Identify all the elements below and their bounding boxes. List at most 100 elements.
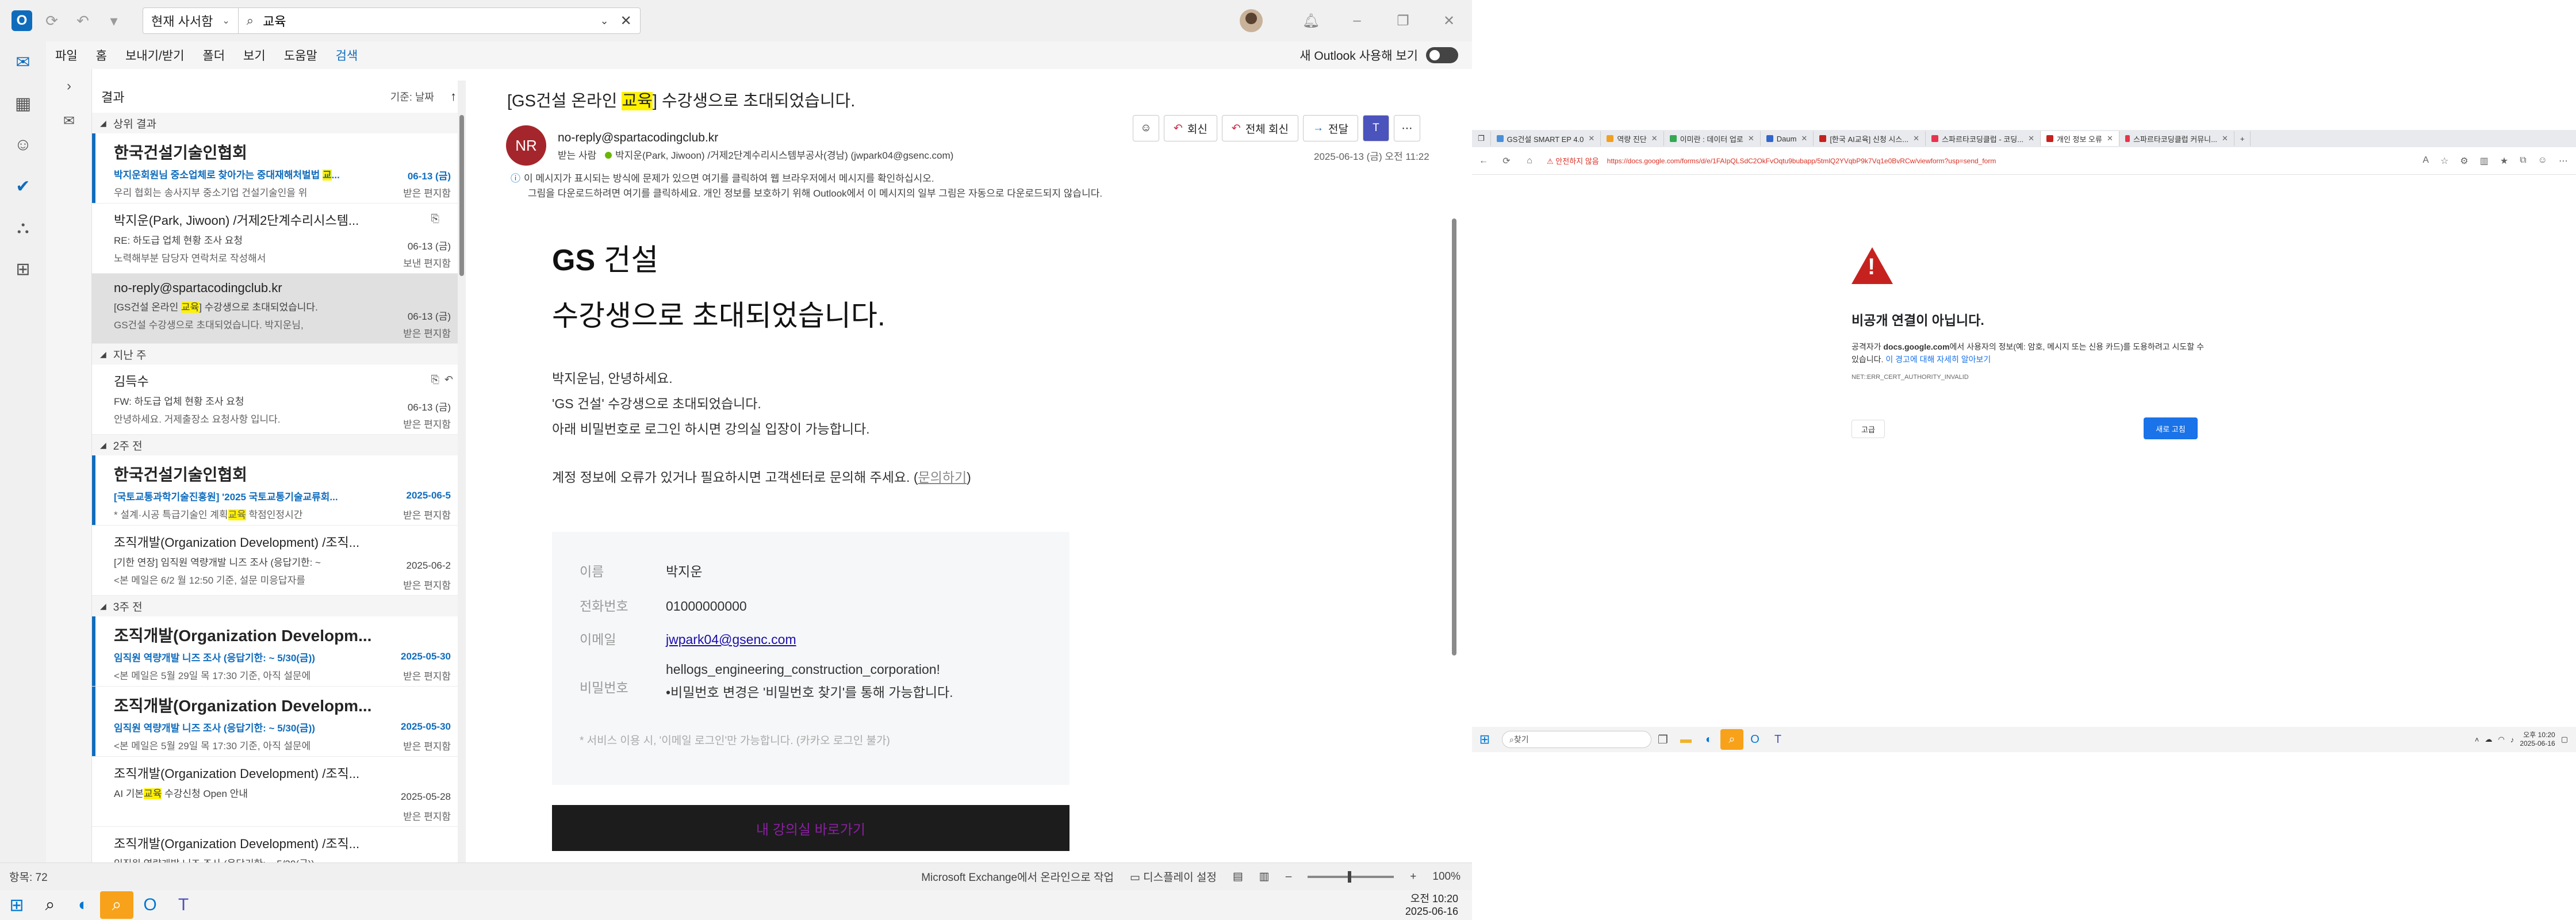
more-button[interactable]: ⋯ <box>1393 115 1420 141</box>
list-item[interactable]: 조직개발(Organization Developm... 임직원 역량개발 니… <box>92 616 466 687</box>
home-icon[interactable]: ⌂ <box>1518 156 1541 166</box>
notification-icon[interactable]: ▢ <box>2561 735 2568 744</box>
list-item[interactable]: 한국건설기술인협회 박지운회원님 중소업체로 찾아가는 중대재해처벌법 교...… <box>92 133 466 204</box>
close-icon[interactable]: ✕ <box>1584 134 1594 143</box>
sort-dropdown[interactable]: 기준: 날짜 <box>390 89 434 104</box>
tab-view[interactable]: 보기 <box>234 47 275 64</box>
teams-taskbar-icon[interactable]: T <box>1766 729 1789 750</box>
go-to-classroom-button[interactable]: 내 강의실 바로가기 <box>552 805 1070 851</box>
browser-tab[interactable]: GS건설 SMART EP 4.0 ✕ <box>1491 131 1601 146</box>
group-header[interactable]: ◢ 지난 주 <box>92 344 466 365</box>
list-item[interactable]: 조직개발(Organization Development) /조직... [기… <box>92 526 466 596</box>
search-input[interactable] <box>263 13 600 28</box>
normal-view-icon[interactable]: ▤ <box>1233 870 1243 883</box>
undo-icon[interactable]: ↶ <box>71 9 94 32</box>
wifi-icon[interactable]: ◠ <box>2498 735 2504 744</box>
taskbar-search[interactable]: ⌕ 찾기 <box>1502 731 1651 748</box>
favorites-icon[interactable]: ★ <box>2500 155 2508 167</box>
edge-icon[interactable]: ◐ <box>1697 729 1720 750</box>
browser-tab[interactable]: 스파르타코딩클럽 커뮤니... ✕ <box>2119 131 2234 146</box>
windows-start-icon[interactable]: ⊞ <box>1472 732 1497 747</box>
tab-help[interactable]: 도움말 <box>275 47 327 64</box>
cloud-icon[interactable]: ☁ <box>2485 735 2492 744</box>
advanced-button[interactable]: 고급 <box>1851 420 1885 438</box>
tab-home[interactable]: 홈 <box>87 47 116 64</box>
reload-button[interactable]: 새로 고침 <box>2144 417 2198 439</box>
group-header[interactable]: ◢ 3주 전 <box>92 596 466 616</box>
close-icon[interactable]: ✕ <box>1796 134 1807 143</box>
scrollbar-thumb[interactable] <box>459 115 464 276</box>
zoom-out-icon[interactable]: – <box>1286 871 1292 883</box>
tab-control[interactable]: ❐ <box>1472 131 1491 146</box>
reply-all-button[interactable]: ↶ 전체 회신 <box>1221 115 1299 141</box>
search-box[interactable]: ⌕ ⌄ ✕ <box>237 7 641 34</box>
clock[interactable]: 오전 10:20 2025-06-16 <box>1405 892 1458 918</box>
todo-icon[interactable]: ✔ <box>0 166 46 207</box>
reading-scrollbar[interactable] <box>1450 207 1458 862</box>
mail-icon[interactable]: ✉ <box>0 41 46 83</box>
group-header[interactable]: ◢ 상위 결과 <box>92 113 466 133</box>
sender-avatar[interactable]: NR <box>506 125 546 166</box>
chevron-up-icon[interactable]: ˄ <box>2475 735 2479 744</box>
minimize-icon[interactable]: – <box>1334 13 1380 29</box>
tab-folder[interactable]: 폴더 <box>193 47 234 64</box>
windows-start-icon[interactable]: ⊞ <box>0 891 33 919</box>
close-icon[interactable]: ✕ <box>620 13 632 29</box>
list-item[interactable]: 박지운(Park, Jiwoon) /거제2단계수리시스템... RE: 하도급… <box>92 204 466 274</box>
volume-icon[interactable]: ♪ <box>2510 735 2514 744</box>
list-item[interactable]: no-reply@spartacodingclub.kr [GS건설 온라인 교… <box>92 274 466 344</box>
close-icon[interactable]: ✕ <box>2217 134 2228 143</box>
read-aloud-icon[interactable]: A <box>2422 155 2429 167</box>
split-icon[interactable]: ▥ <box>2480 155 2489 167</box>
zoom-level[interactable]: 100% <box>1432 871 1460 883</box>
list-item[interactable]: 조직개발(Organization Development) /조직... AI… <box>92 757 466 827</box>
browser-tab[interactable]: 역량 진단 ✕ <box>1601 131 1664 146</box>
search-icon[interactable]: ⌕ <box>33 891 67 919</box>
group-header[interactable]: ◢ 2주 전 <box>92 435 466 455</box>
list-item[interactable]: 김득수 FW: 하도급 업체 현황 조사 요청 안녕하세요. 거제출장소 요청사… <box>92 365 466 435</box>
bell-icon[interactable]: 🔔︎ <box>1288 13 1334 29</box>
reading-view-icon[interactable]: ▥ <box>1259 870 1270 883</box>
apps-icon[interactable]: ⊞ <box>0 248 46 290</box>
learn-more-link[interactable]: 이 경고에 대해 자세히 알아보기 <box>1885 355 1991 364</box>
browser-tab-active[interactable]: 개인 정보 오류 ✕ <box>2040 131 2119 146</box>
teams-button[interactable]: T <box>1362 115 1389 141</box>
list-item[interactable]: 조직개발(Organization Developm... 임직원 역량개발 니… <box>92 687 466 757</box>
notice[interactable]: ⓘ 이 메시지가 표시되는 방식에 문제가 있으면 여기를 클릭하여 웹 브라우저… <box>511 171 1102 201</box>
refresh-icon[interactable]: ⟳ <box>1495 155 1518 167</box>
dropdown-icon[interactable]: ▾ <box>102 9 125 32</box>
avatar[interactable] <box>1240 9 1263 32</box>
search-scope-select[interactable]: 현재 사서함 ⌄ <box>143 7 238 34</box>
tab-search[interactable]: 검색 <box>327 47 367 64</box>
app-orange-icon[interactable]: ⌕ <box>100 891 133 919</box>
tab-file[interactable]: 파일 <box>46 47 87 64</box>
groups-icon[interactable]: ⛬ <box>0 207 46 248</box>
new-tab-button[interactable]: + <box>2234 131 2251 146</box>
browser-tab[interactable]: 스파르타코딩클럽 - 코딩... ✕ <box>1926 131 2041 146</box>
file-explorer-icon[interactable]: ▬ <box>1674 729 1697 750</box>
contact-link[interactable]: 문의하기 <box>918 470 967 485</box>
close-window-icon[interactable]: ✕ <box>1426 13 1472 29</box>
inbox-icon[interactable]: ✉ <box>46 103 92 138</box>
reply-button[interactable]: ↶ 회신 <box>1164 115 1217 141</box>
sender-name[interactable]: no-reply@spartacodingclub.kr <box>558 131 718 145</box>
back-icon[interactable]: ← <box>1472 156 1495 166</box>
sort-arrow-icon[interactable]: ↑ <box>450 89 457 104</box>
zoom-in-icon[interactable]: + <box>1410 871 1416 883</box>
emoji-button[interactable]: ☺ <box>1133 115 1159 141</box>
connection-status[interactable]: Microsoft Exchange에서 온라인으로 작업 <box>921 869 1114 884</box>
email-link[interactable]: jwpark04@gsenc.com <box>666 632 796 647</box>
close-icon[interactable]: ✕ <box>1647 134 1658 143</box>
recipient[interactable]: 박지운(Park, Jiwoon) /거제2단계수리시스템부공사(경남) (jw… <box>615 150 953 161</box>
browser-tab[interactable]: [한국 AI교육] 신청 시스... ✕ <box>1814 131 1926 146</box>
tab-send-receive[interactable]: 보내기/받기 <box>116 47 193 64</box>
sync-icon[interactable]: ⟳ <box>40 9 63 32</box>
edge-icon[interactable]: ◐ <box>67 891 100 919</box>
not-secure-badge[interactable]: ⚠ 안전하지 않음 <box>1547 155 1599 166</box>
list-scrollbar[interactable] <box>458 80 466 868</box>
browser-tab[interactable]: 이미란 : 데이터 업로 ✕ <box>1664 131 1761 146</box>
outlook-taskbar-icon[interactable]: O <box>133 891 167 919</box>
more-icon[interactable]: ⋯ <box>2559 155 2568 167</box>
close-icon[interactable]: ✕ <box>2023 134 2034 143</box>
app-orange-icon[interactable]: ⌕ <box>1720 729 1743 750</box>
